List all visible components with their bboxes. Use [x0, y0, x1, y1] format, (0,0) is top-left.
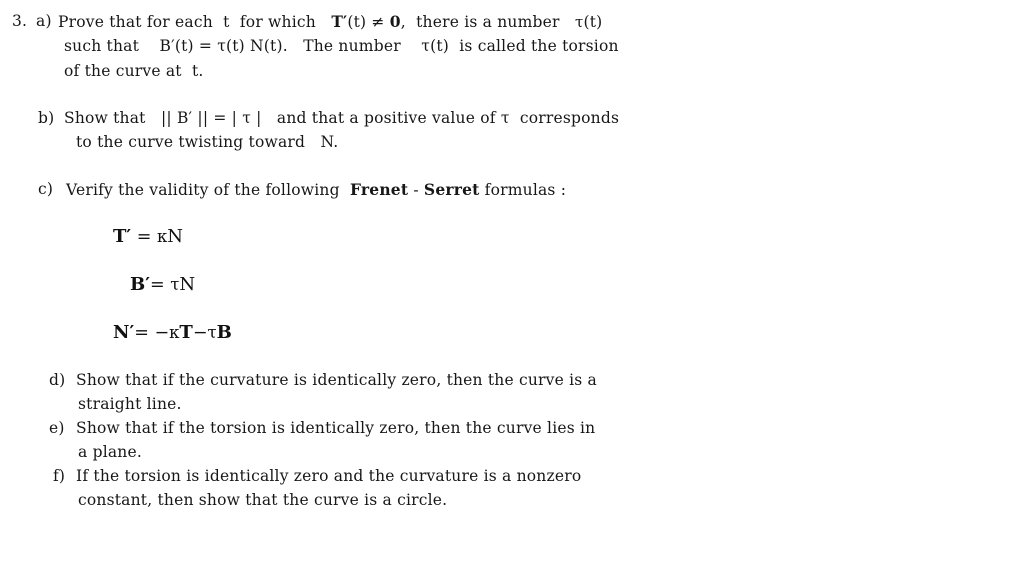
item-d-line-2: straight line.	[78, 395, 182, 413]
item-b-line-1: Show that || B′ || = | τ | and that a po…	[64, 109, 620, 127]
equals-sign: =	[149, 275, 171, 295]
item-f-line-1: If the torsion is identically zero and t…	[76, 467, 582, 485]
item-a-line-2: such that B′(t) = τ(t) N(t). The number …	[64, 37, 619, 55]
text-run: -	[408, 181, 424, 199]
item-e-line-2: a plane.	[78, 443, 142, 461]
text-run: Verify the validity of the following	[66, 181, 350, 199]
formula-3-rhs: −κT−τB	[154, 322, 232, 344]
vector-N-symbol: N	[167, 226, 183, 247]
minus-sign: −	[192, 323, 208, 343]
serret-term: Serret	[423, 180, 480, 199]
tau-symbol: τ	[170, 275, 180, 294]
vector-T-symbol: T	[179, 322, 193, 343]
kappa-symbol: κ	[156, 227, 168, 246]
item-label-b: b)	[38, 109, 55, 127]
item-label-d: d)	[49, 371, 66, 389]
vector-B-symbol: B	[216, 322, 232, 343]
minus-sign: −	[154, 323, 170, 343]
text-run: (t)	[583, 13, 603, 31]
item-label-e: e)	[49, 419, 65, 437]
item-c-line-1: Verify the validity of the following Fre…	[66, 181, 566, 199]
item-f-line-2: constant, then show that the curve is a …	[78, 491, 448, 509]
item-b-line-2: to the curve twisting toward N.	[76, 133, 339, 151]
frenet-serret-formula-1: T′ = κN	[113, 226, 183, 248]
formula-1-lhs: T′	[113, 226, 132, 247]
text-run: Prove that for each t for which	[58, 13, 332, 31]
item-label-f: f)	[53, 467, 66, 485]
tau-symbol: τ	[207, 323, 217, 342]
zero-vector-symbol: 0	[389, 12, 401, 31]
kappa-symbol: κ	[169, 323, 180, 342]
text-run: formulas :	[479, 181, 567, 199]
item-label-a: a)	[36, 12, 52, 30]
document-page: 3. a) Prove that for each t for which T′…	[0, 0, 1024, 575]
item-e-line-1: Show that if the torsion is identically …	[76, 419, 596, 437]
frenet-serret-formula-3: N′= −κT−τB	[113, 322, 232, 344]
item-a-line-1: Prove that for each t for which T′(t) ≠ …	[58, 13, 602, 31]
equals-sign: =	[134, 323, 155, 343]
item-a-line-3: of the curve at t.	[64, 62, 204, 80]
frenet-serret-formula-2: B′= τN	[130, 274, 195, 296]
text-run: (t) ≠	[347, 13, 390, 31]
vector-N-symbol: N	[179, 274, 196, 295]
item-label-c: c)	[38, 180, 54, 198]
formula-2-rhs: τN	[170, 275, 195, 295]
problem-number: 3.	[12, 12, 28, 30]
equals-sign: =	[131, 227, 157, 247]
frenet-term: Frenet	[349, 180, 409, 199]
item-d-line-1: Show that if the curvature is identicall…	[76, 371, 597, 389]
formula-1-rhs: κN	[157, 227, 183, 247]
formula-2-lhs: B′	[130, 274, 150, 295]
vector-T-symbol: T	[331, 12, 344, 31]
text-run: , there is a number	[400, 13, 575, 31]
formula-3-lhs: N′	[113, 322, 135, 343]
